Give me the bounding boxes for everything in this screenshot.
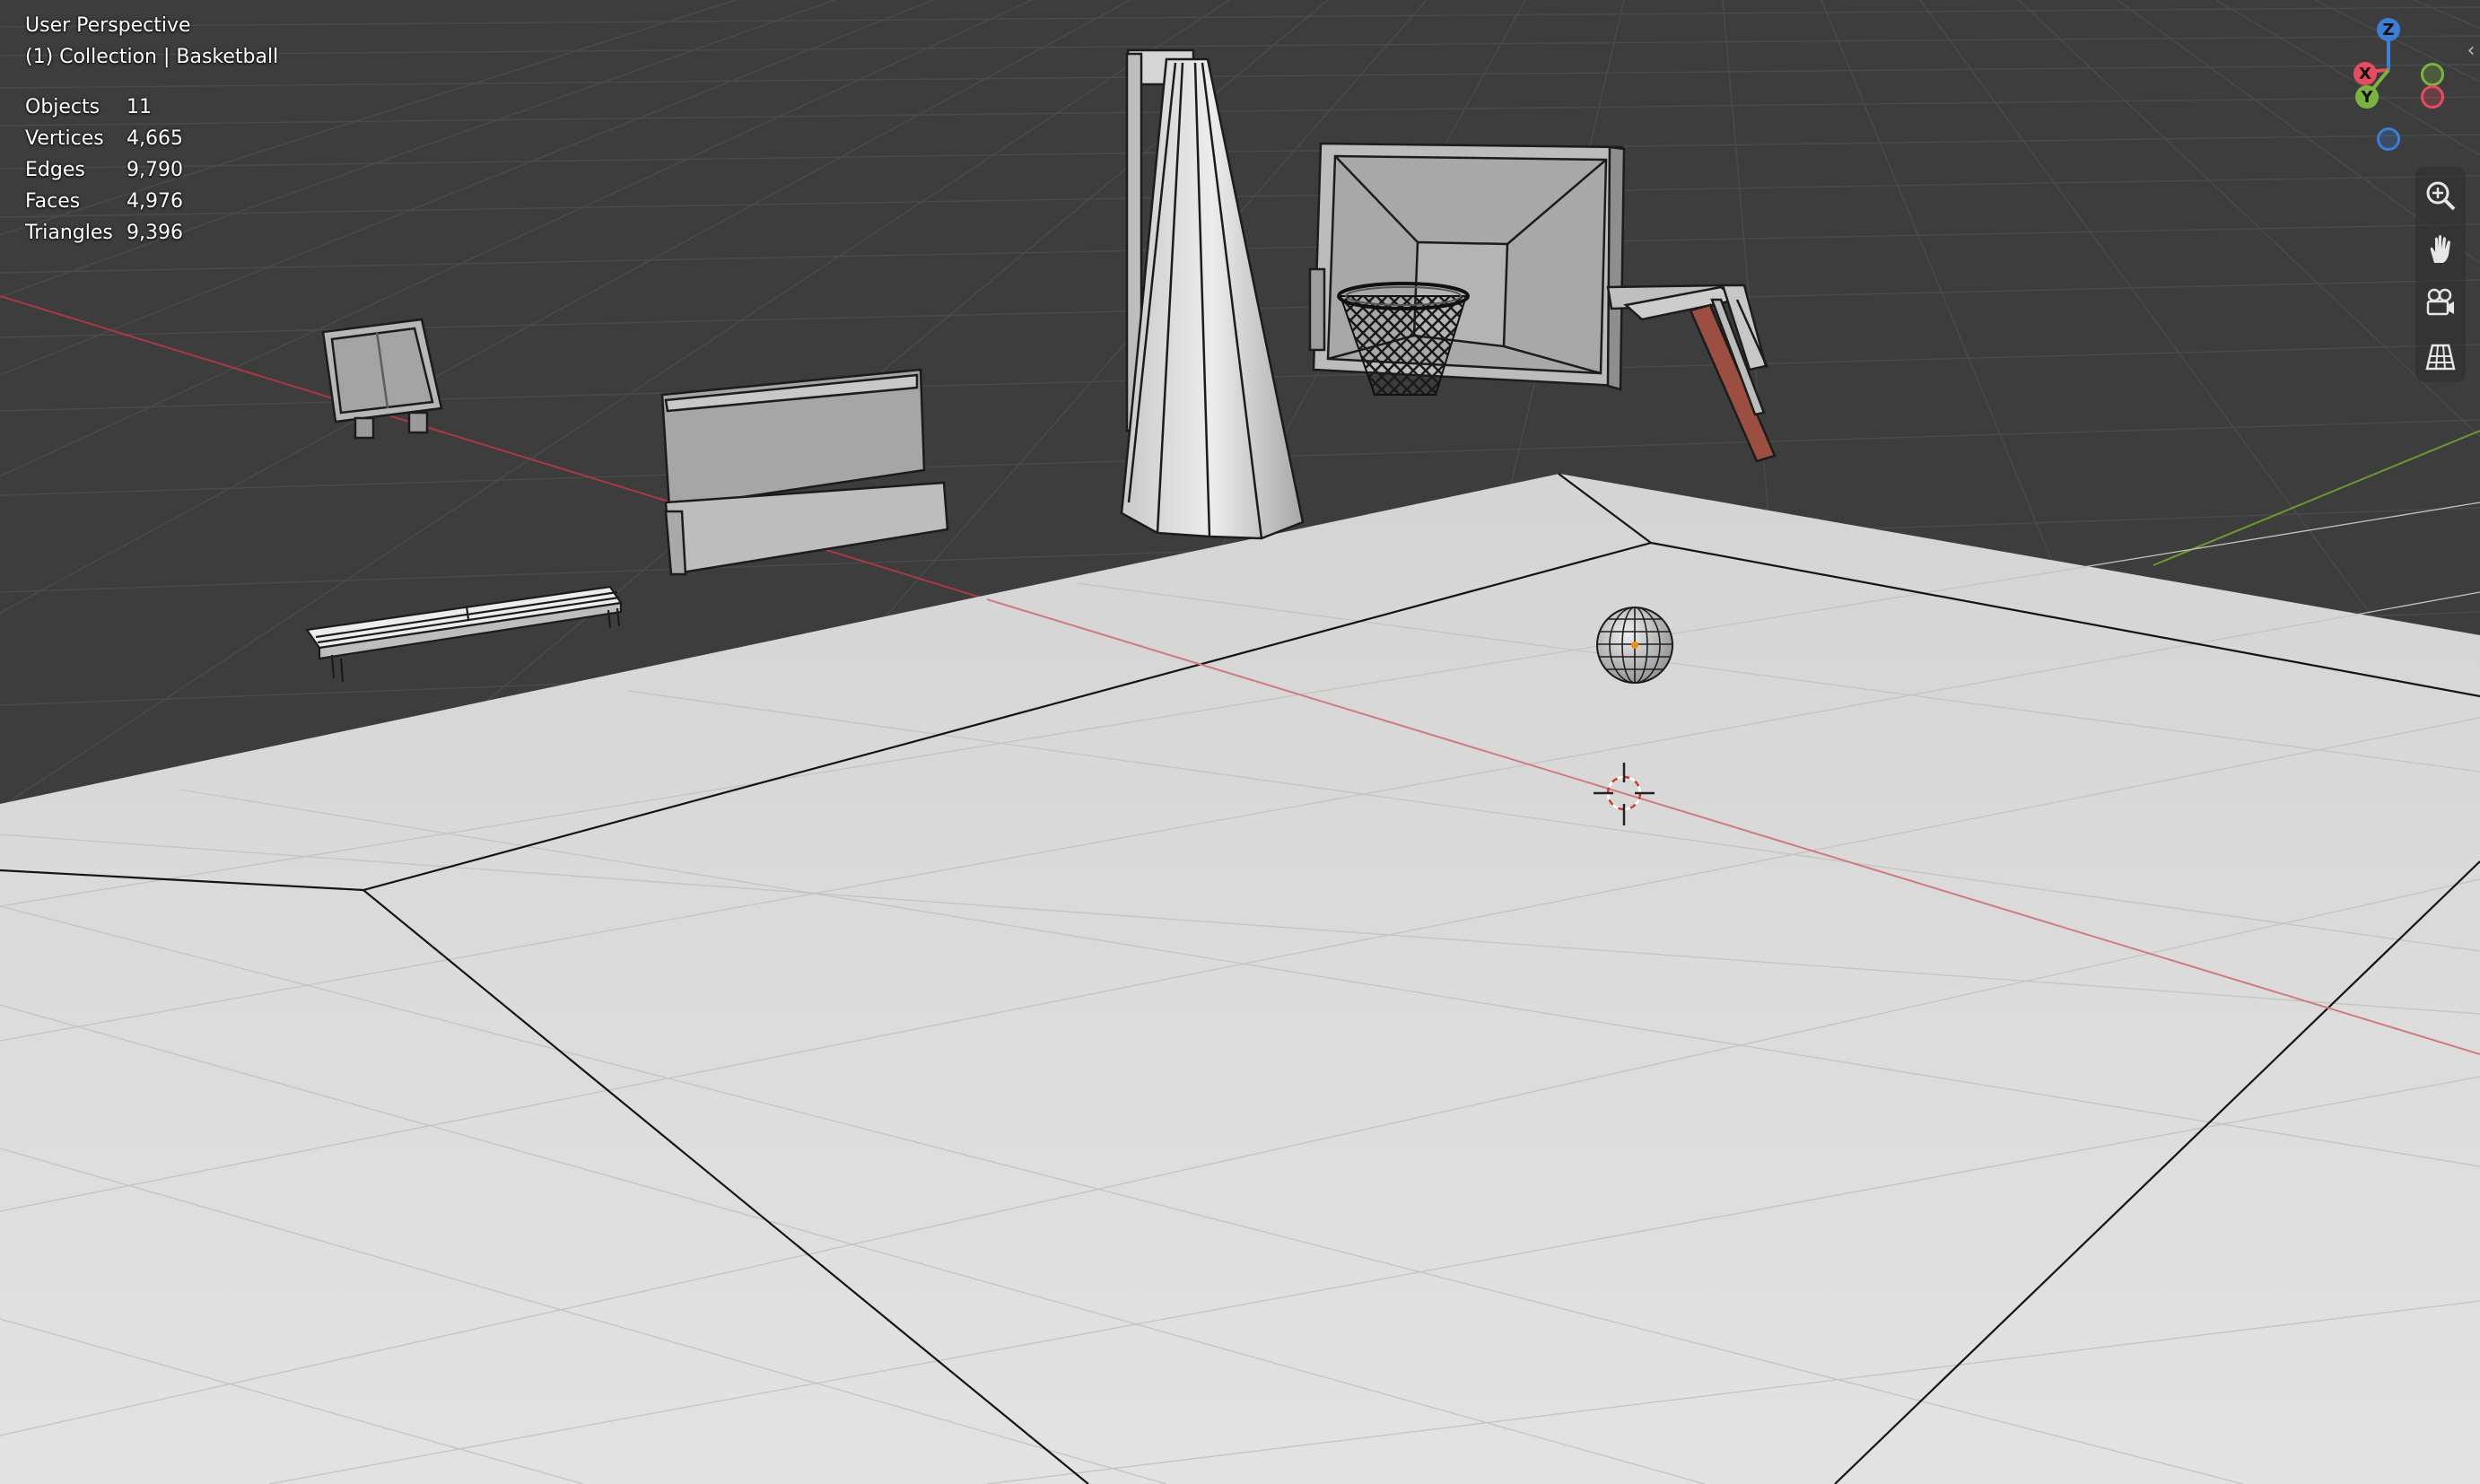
gizmo-neg-z-axis-button[interactable]: [2377, 127, 2400, 151]
zoom-icon: [2426, 181, 2456, 211]
stat-row-triangles: Triangles 9,396: [25, 217, 183, 249]
gizmo-y-axis-button[interactable]: Y: [2355, 85, 2379, 109]
ortho-toggle-button[interactable]: [2415, 332, 2466, 382]
hoop-stand-pole: [1120, 48, 1305, 540]
stat-value: 11: [127, 96, 152, 118]
ad-board-object: [660, 368, 949, 576]
stat-label: Faces: [25, 190, 81, 213]
stat-label: Triangles: [25, 222, 113, 244]
pan-button[interactable]: [2415, 224, 2466, 275]
stat-label: Objects: [25, 96, 100, 118]
viewport-navigation-tools: [2415, 167, 2466, 382]
stat-label: Vertices: [25, 127, 104, 150]
gizmo-z-axis-button[interactable]: Z: [2377, 18, 2400, 41]
active-collection-label: (1) Collection | Basketball: [25, 46, 279, 68]
3d-viewport[interactable]: User Perspective (1) Collection | Basket…: [0, 0, 2480, 1484]
stat-value: 4,976: [127, 190, 183, 213]
scene-canvas[interactable]: [0, 0, 2480, 1484]
backboard-object: [1308, 142, 1626, 391]
gizmo-neg-x-axis-button[interactable]: [2421, 85, 2444, 109]
basket-net-object: [1337, 282, 1470, 396]
stat-row-objects: Objects 11: [25, 92, 183, 123]
stat-value: 4,665: [127, 127, 183, 150]
ortho-grid-icon: [2425, 344, 2456, 371]
zoom-button[interactable]: [2415, 170, 2466, 221]
camera-view-button[interactable]: [2415, 278, 2466, 328]
camera-view-icon: [2426, 288, 2454, 316]
stat-value: 9,396: [127, 222, 183, 244]
y-axis-line: [2153, 430, 2480, 566]
stat-row-edges: Edges 9,790: [25, 154, 183, 186]
stat-value: 9,790: [127, 159, 183, 181]
bench-object: [305, 585, 623, 683]
stat-row-vertices: Vertices 4,665: [25, 123, 183, 154]
scene-statistics: Objects 11 Vertices 4,665 Edges 9,790 Fa…: [25, 92, 183, 249]
navigation-gizmo[interactable]: Z X Y: [2315, 9, 2467, 161]
stat-row-faces: Faces 4,976: [25, 186, 183, 217]
gizmo-neg-y-axis-button[interactable]: [2421, 63, 2444, 86]
basketball-object: [1596, 607, 1673, 684]
stat-label: Edges: [25, 159, 85, 181]
gizmo-x-axis-button[interactable]: X: [2353, 62, 2377, 85]
pan-hand-icon: [2430, 235, 2450, 263]
support-arm-object: [1606, 284, 1777, 463]
view-perspective-label: User Perspective: [25, 14, 191, 37]
sidebar-toggle-chevron-icon[interactable]: ‹: [2462, 36, 2480, 66]
scoreboard-object: [321, 318, 443, 440]
